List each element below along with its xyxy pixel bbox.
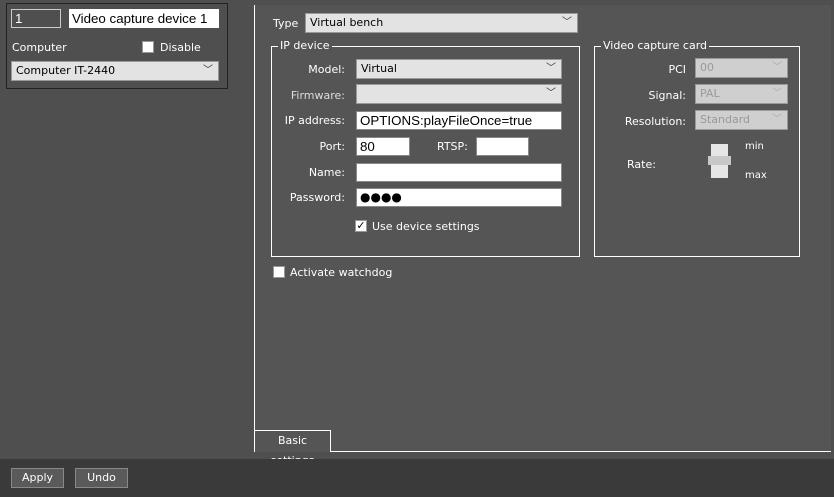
activate-watchdog-checkbox[interactable] bbox=[273, 266, 285, 278]
undo-button[interactable]: Undo bbox=[75, 468, 128, 488]
use-device-settings-label: Use device settings bbox=[372, 220, 480, 233]
signal-value: PAL bbox=[700, 87, 720, 100]
rate-slider-thumb[interactable] bbox=[708, 156, 731, 165]
ip-address-input[interactable] bbox=[356, 111, 562, 130]
computer-value: Computer IT-2440 bbox=[16, 64, 116, 77]
device-panel: Computer Disable Computer IT-2440 ﹀ bbox=[6, 3, 228, 89]
type-value: Virtual bench bbox=[310, 16, 384, 29]
use-device-settings-checkbox[interactable]: ✓ bbox=[355, 220, 367, 232]
chevron-down-icon: ﹀ bbox=[203, 65, 213, 76]
chevron-down-icon: ﹀ bbox=[562, 17, 572, 28]
port-input[interactable] bbox=[356, 137, 410, 156]
signal-label: Signal: bbox=[648, 89, 687, 102]
model-label: Model: bbox=[308, 63, 345, 76]
type-select[interactable]: Virtual bench ﹀ bbox=[305, 13, 578, 33]
rate-slider[interactable] bbox=[708, 144, 731, 178]
device-name-input[interactable] bbox=[69, 9, 219, 28]
rtsp-input[interactable] bbox=[476, 137, 529, 156]
disable-label: Disable bbox=[160, 41, 201, 54]
chevron-down-icon: ﹀ bbox=[772, 114, 782, 125]
apply-button[interactable]: Apply bbox=[11, 468, 64, 488]
rtsp-label: RTSP: bbox=[437, 140, 468, 153]
chevron-down-icon: ﹀ bbox=[772, 88, 782, 99]
pci-value: 00 bbox=[700, 61, 714, 74]
computer-label: Computer bbox=[12, 41, 67, 54]
chevron-down-icon: ﹀ bbox=[546, 63, 556, 74]
model-value: Virtual bbox=[361, 62, 397, 75]
disable-checkbox[interactable] bbox=[142, 41, 154, 53]
ip-address-label: IP address: bbox=[284, 114, 345, 127]
pci-label: PCI bbox=[668, 63, 686, 76]
pci-select[interactable]: 00 ﹀ bbox=[695, 58, 788, 78]
model-select[interactable]: Virtual ﹀ bbox=[356, 59, 562, 79]
type-label: Type bbox=[273, 17, 299, 30]
resolution-label: Resolution: bbox=[624, 115, 686, 128]
password-label: Password: bbox=[289, 191, 345, 204]
firmware-label: Firmware: bbox=[290, 89, 345, 102]
rate-min-label: min bbox=[745, 141, 764, 152]
rate-label: Rate: bbox=[627, 158, 656, 171]
activate-watchdog-label: Activate watchdog bbox=[290, 266, 393, 279]
port-label: Port: bbox=[319, 140, 345, 153]
firmware-select[interactable]: ﹀ bbox=[356, 84, 562, 104]
video-capture-card-title: Video capture card bbox=[601, 39, 710, 52]
chevron-down-icon: ﹀ bbox=[772, 62, 782, 73]
computer-select[interactable]: Computer IT-2440 ﹀ bbox=[11, 61, 219, 81]
name-label: Name: bbox=[308, 166, 345, 179]
chevron-down-icon: ﹀ bbox=[546, 88, 556, 99]
name-input[interactable] bbox=[356, 163, 562, 182]
resolution-value: Standard bbox=[700, 113, 751, 126]
resolution-select[interactable]: Standard ﹀ bbox=[695, 110, 788, 130]
ip-device-title: IP device bbox=[278, 39, 332, 52]
signal-select[interactable]: PAL ﹀ bbox=[695, 84, 788, 104]
device-id-input[interactable] bbox=[11, 9, 61, 28]
rate-max-label: max bbox=[745, 170, 767, 181]
tab-basic-settings[interactable]: Basic settings bbox=[254, 430, 331, 467]
password-input[interactable]: ●●●● bbox=[356, 188, 562, 207]
